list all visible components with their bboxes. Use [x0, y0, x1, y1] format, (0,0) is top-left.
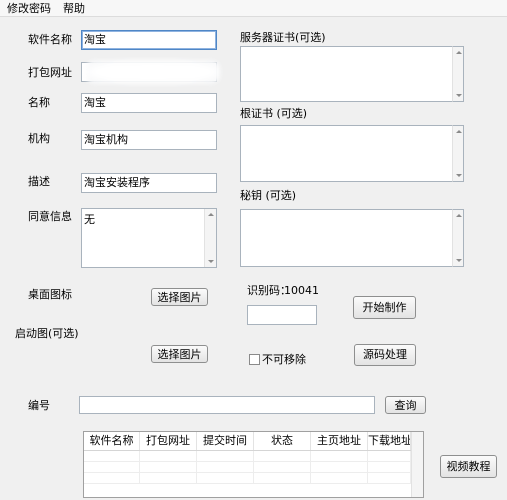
root-cert-scrollbar[interactable] [452, 125, 464, 182]
code-input[interactable] [79, 396, 375, 414]
agree-scrollbar[interactable] [204, 209, 216, 267]
table-row[interactable] [84, 462, 423, 473]
splash-label: 启动图(可选) [15, 327, 79, 340]
start-button[interactable]: 开始制作 [353, 296, 416, 319]
scroll-down-icon[interactable] [453, 255, 464, 266]
scroll-down-icon[interactable] [453, 170, 464, 181]
server-cert-label: 服务器证书(可选) [240, 31, 326, 44]
scroll-down-icon[interactable] [205, 256, 216, 267]
table-header: 软件名称 打包网址 提交时间 状态 主页地址 下载地址 [84, 432, 423, 451]
not-movable-label: 不可移除 [262, 353, 306, 366]
desc-label: 描述 [28, 175, 50, 188]
root-cert-label: 根证书 (可选) [240, 107, 308, 120]
desktop-icon-label: 桌面图标 [28, 288, 72, 301]
package-url-label: 打包网址 [28, 66, 72, 79]
select-desktop-icon-button[interactable]: 选择图片 [151, 288, 208, 306]
scroll-up-icon[interactable] [453, 126, 464, 137]
key-textarea[interactable] [240, 209, 464, 267]
name-input[interactable]: 淘宝 [81, 93, 217, 113]
code-label: 编号 [28, 399, 50, 412]
org-label: 机构 [28, 132, 50, 145]
recognition-input[interactable] [247, 305, 317, 325]
col-homepage[interactable]: 主页地址 [311, 432, 368, 450]
table-row[interactable] [84, 473, 423, 484]
select-splash-button[interactable]: 选择图片 [151, 345, 208, 363]
server-cert-textarea[interactable] [240, 46, 464, 102]
key-label: 秘钥 (可选) [240, 189, 297, 202]
root-cert-textarea[interactable] [240, 125, 464, 182]
scroll-down-icon[interactable] [453, 90, 464, 101]
menu-help[interactable]: 帮助 [57, 1, 91, 16]
scroll-up-icon[interactable] [453, 210, 464, 221]
key-scrollbar[interactable] [452, 209, 464, 267]
software-name-input[interactable]: 淘宝 [81, 30, 217, 50]
video-tutorial-button[interactable]: 视频教程 [440, 455, 497, 478]
name-label: 名称 [28, 96, 50, 109]
col-status[interactable]: 状态 [254, 432, 311, 450]
scroll-up-icon[interactable] [453, 47, 464, 58]
col-download[interactable]: 下载地址 [368, 432, 411, 450]
col-software-name[interactable]: 软件名称 [84, 432, 140, 450]
records-table: 软件名称 打包网址 提交时间 状态 主页地址 下载地址 [83, 431, 424, 498]
redaction-blur [86, 60, 220, 84]
software-name-label: 软件名称 [28, 33, 72, 46]
query-button[interactable]: 查询 [385, 396, 426, 414]
server-cert-scrollbar[interactable] [452, 46, 464, 102]
col-package-url[interactable]: 打包网址 [140, 432, 197, 450]
table-scrollbar[interactable] [411, 432, 423, 497]
col-submit-time[interactable]: 提交时间 [197, 432, 254, 450]
agree-textarea[interactable]: 无 [81, 208, 217, 268]
source-process-button[interactable]: 源码处理 [354, 344, 416, 366]
table-row[interactable] [84, 451, 423, 462]
agree-label: 同意信息 [28, 210, 72, 223]
menu-bar: 修改密码 帮助 [0, 0, 507, 17]
org-input[interactable]: 淘宝机构 [81, 130, 217, 150]
desc-input[interactable]: 淘宝安装程序 [81, 173, 217, 193]
recognition-code: 10041 [284, 284, 319, 297]
menu-change-password[interactable]: 修改密码 [0, 1, 57, 16]
not-movable-checkbox[interactable] [249, 354, 260, 365]
scroll-up-icon[interactable] [205, 209, 216, 220]
agree-text: 无 [84, 213, 95, 226]
